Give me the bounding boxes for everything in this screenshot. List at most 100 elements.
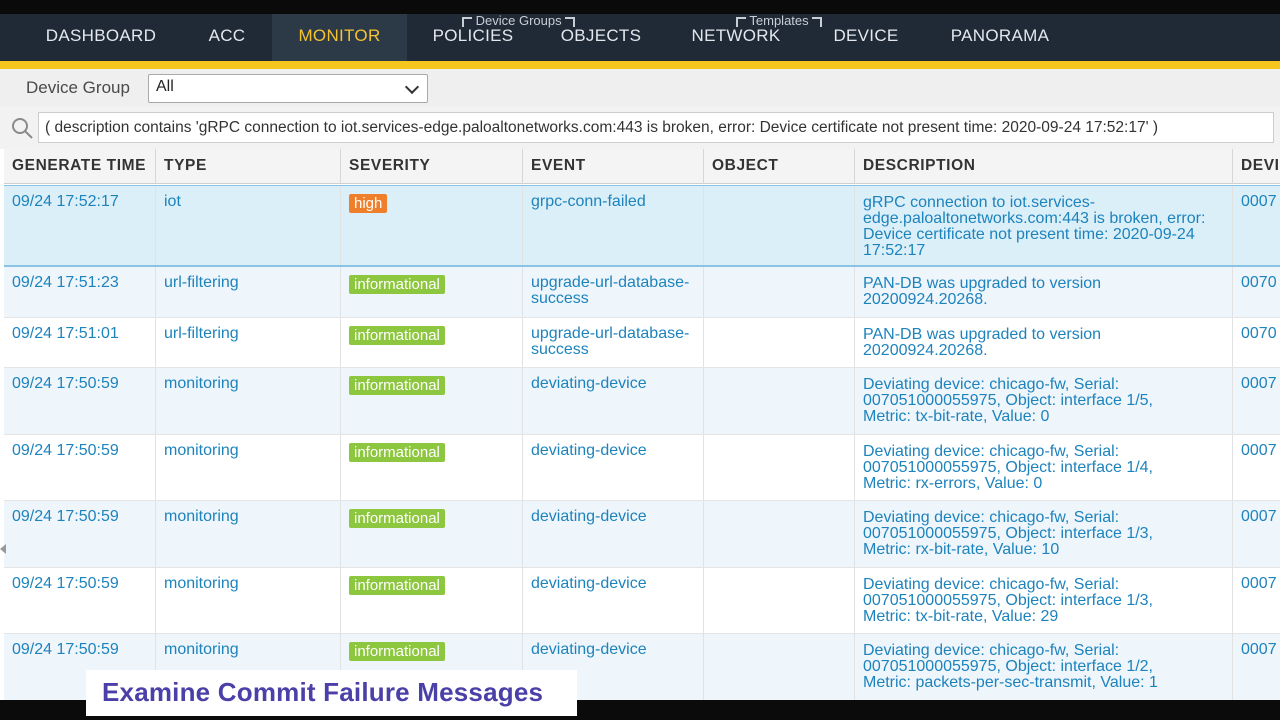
description-line: 007051000055975, Object: interface 1/3, (863, 525, 1153, 542)
search-icon[interactable] (10, 116, 34, 140)
col-event[interactable]: EVENT (523, 149, 704, 184)
description-line: Metric: tx-bit-rate, Value: 0 (863, 408, 1050, 425)
description-line: PAN-DB was upgraded to version (863, 275, 1102, 292)
cell-object (704, 186, 855, 265)
chevron-down-icon (404, 79, 420, 95)
cell-device: 0007 (1233, 501, 1280, 567)
description-line: Deviating device: chicago-fw, Serial: (863, 376, 1120, 393)
top-strip (0, 0, 1280, 14)
severity-badge: informational (349, 642, 445, 661)
severity-badge: informational (349, 509, 445, 528)
cell-device: 0070 (1233, 267, 1280, 317)
device-group-label: Device Group (26, 78, 130, 97)
accent-bar (0, 61, 1280, 69)
cell-device: 0007 (1233, 568, 1280, 633)
table-row[interactable]: 09/24 17:51:01 url-filtering informational… (4, 318, 1280, 368)
col-device[interactable]: DEVI (1233, 149, 1280, 184)
cell-severity: informational (341, 318, 523, 367)
table-row[interactable]: 09/24 17:50:59 monitoring informational dev… (4, 368, 1280, 435)
description-line: edge.paloaltonetworks.com:443 is broken,… (863, 210, 1206, 227)
cell-time: 09/24 17:52:17 (4, 186, 156, 265)
cell-type[interactable]: monitoring (156, 435, 341, 500)
col-object[interactable]: OBJECT (704, 149, 855, 184)
severity-badge: informational (349, 326, 445, 345)
device-group-value: All (156, 78, 174, 95)
cell-description: Deviating device: chicago-fw, Serial: 007… (855, 435, 1233, 500)
col-severity[interactable]: SEVERITY (341, 149, 523, 184)
tab-dashboard[interactable]: DASHBOARD (30, 14, 172, 61)
cell-device: 0007 (1233, 435, 1280, 500)
description-line: 007051000055975, Object: interface 1/3, (863, 592, 1153, 609)
table-row[interactable]: 09/24 17:51:23 url-filtering informational… (4, 267, 1280, 318)
caption-box: Examine Commit Failure Messages (86, 670, 577, 716)
filter-input[interactable]: ( description contains 'gRPC connection … (38, 112, 1274, 143)
cell-event[interactable]: grpc-conn-failed (523, 186, 704, 265)
description-line: Metric: tx-bit-rate, Value: 29 (863, 608, 1059, 625)
cell-type[interactable]: url-filtering (156, 318, 341, 367)
col-type[interactable]: TYPE (156, 149, 341, 184)
cell-description: PAN-DB was upgraded to version 20200924.2… (855, 318, 1233, 367)
table-row[interactable]: 09/24 17:50:59 monitoring informational dev… (4, 568, 1280, 634)
cell-event[interactable]: deviating-device (523, 368, 704, 434)
description-line: Metric: packets-per-sec-transmit, Value:… (863, 674, 1158, 691)
cell-type[interactable]: monitoring (156, 368, 341, 434)
cell-event[interactable]: deviating-device (523, 501, 704, 567)
col-generate-time[interactable]: GENERATE TIME (4, 149, 156, 184)
cell-event[interactable]: deviating-device (523, 568, 704, 633)
tab-device[interactable]: DEVICE (820, 14, 912, 61)
cell-object (704, 435, 855, 500)
device-group-select[interactable]: All (148, 74, 428, 103)
caption-text: Examine Commit Failure Messages (102, 677, 544, 707)
severity-badge: high (349, 194, 388, 213)
description-line: Deviating device: chicago-fw, Serial: (863, 509, 1120, 526)
main-nav: Device Groups Templates DASHBOARD ACC MO… (0, 14, 1280, 61)
tab-objects[interactable]: OBJECTS (548, 14, 654, 61)
cell-type[interactable]: monitoring (156, 568, 341, 633)
tab-network[interactable]: NETWORK (676, 14, 796, 61)
table-row[interactable]: 09/24 17:52:17 iot high grpc-conn-failed gRP… (4, 185, 1280, 267)
event-line: success (531, 290, 589, 307)
collapse-caret-icon[interactable] (0, 544, 6, 554)
tab-panorama[interactable]: PANORAMA (934, 14, 1066, 61)
cell-time: 09/24 17:50:59 (4, 368, 156, 434)
app-window: Device Groups Templates DASHBOARD ACC MO… (0, 0, 1280, 720)
cell-object (704, 368, 855, 434)
description-line: 007051000055975, Object: interface 1/2, (863, 658, 1153, 675)
description-line: 20200924.20268. (863, 291, 988, 308)
cell-severity: informational (341, 501, 523, 567)
cell-type[interactable]: url-filtering (156, 267, 341, 317)
device-group-row: Device Group All (0, 69, 1280, 107)
cell-description: Deviating device: chicago-fw, Serial: 007… (855, 368, 1233, 434)
tab-acc[interactable]: ACC (196, 14, 258, 61)
cell-description: PAN-DB was upgraded to version 20200924.2… (855, 267, 1233, 317)
cell-severity: informational (341, 368, 523, 434)
description-line: Metric: rx-errors, Value: 0 (863, 475, 1043, 492)
event-line: upgrade-url-database- (531, 325, 690, 342)
log-table: GENERATE TIME TYPE SEVERITY EVENT OBJECT… (4, 149, 1280, 700)
table-row[interactable]: 09/24 17:50:59 monitoring informational dev… (4, 435, 1280, 501)
severity-badge: informational (349, 576, 445, 595)
cell-event[interactable]: upgrade-url-database-success (523, 267, 704, 317)
tab-monitor[interactable]: MONITOR (272, 14, 407, 61)
cell-description: Deviating device: chicago-fw, Serial: 007… (855, 501, 1233, 567)
tab-policies[interactable]: POLICIES (420, 14, 526, 61)
event-line: success (531, 341, 589, 358)
cell-device: 0007 (1233, 186, 1280, 265)
cell-time: 09/24 17:50:59 (4, 568, 156, 633)
cell-severity: informational (341, 267, 523, 317)
cell-time: 09/24 17:51:01 (4, 318, 156, 367)
col-description[interactable]: DESCRIPTION (855, 149, 1233, 184)
cell-event[interactable]: deviating-device (523, 435, 704, 500)
table-row[interactable]: 09/24 17:50:59 monitoring informational dev… (4, 501, 1280, 568)
filter-text: ( description contains 'gRPC connection … (45, 119, 1159, 136)
description-line: Deviating device: chicago-fw, Serial: (863, 576, 1120, 593)
cell-device: 0007 (1233, 368, 1280, 434)
cell-event[interactable]: upgrade-url-database-success (523, 318, 704, 367)
cell-description: Deviating device: chicago-fw, Serial: 007… (855, 634, 1233, 700)
cell-object (704, 267, 855, 317)
table-header: GENERATE TIME TYPE SEVERITY EVENT OBJECT… (4, 149, 1280, 184)
cell-type[interactable]: monitoring (156, 501, 341, 567)
description-line: 20200924.20268. (863, 342, 988, 359)
cell-type[interactable]: iot (156, 186, 341, 265)
description-line: 17:52:17 (863, 242, 926, 259)
